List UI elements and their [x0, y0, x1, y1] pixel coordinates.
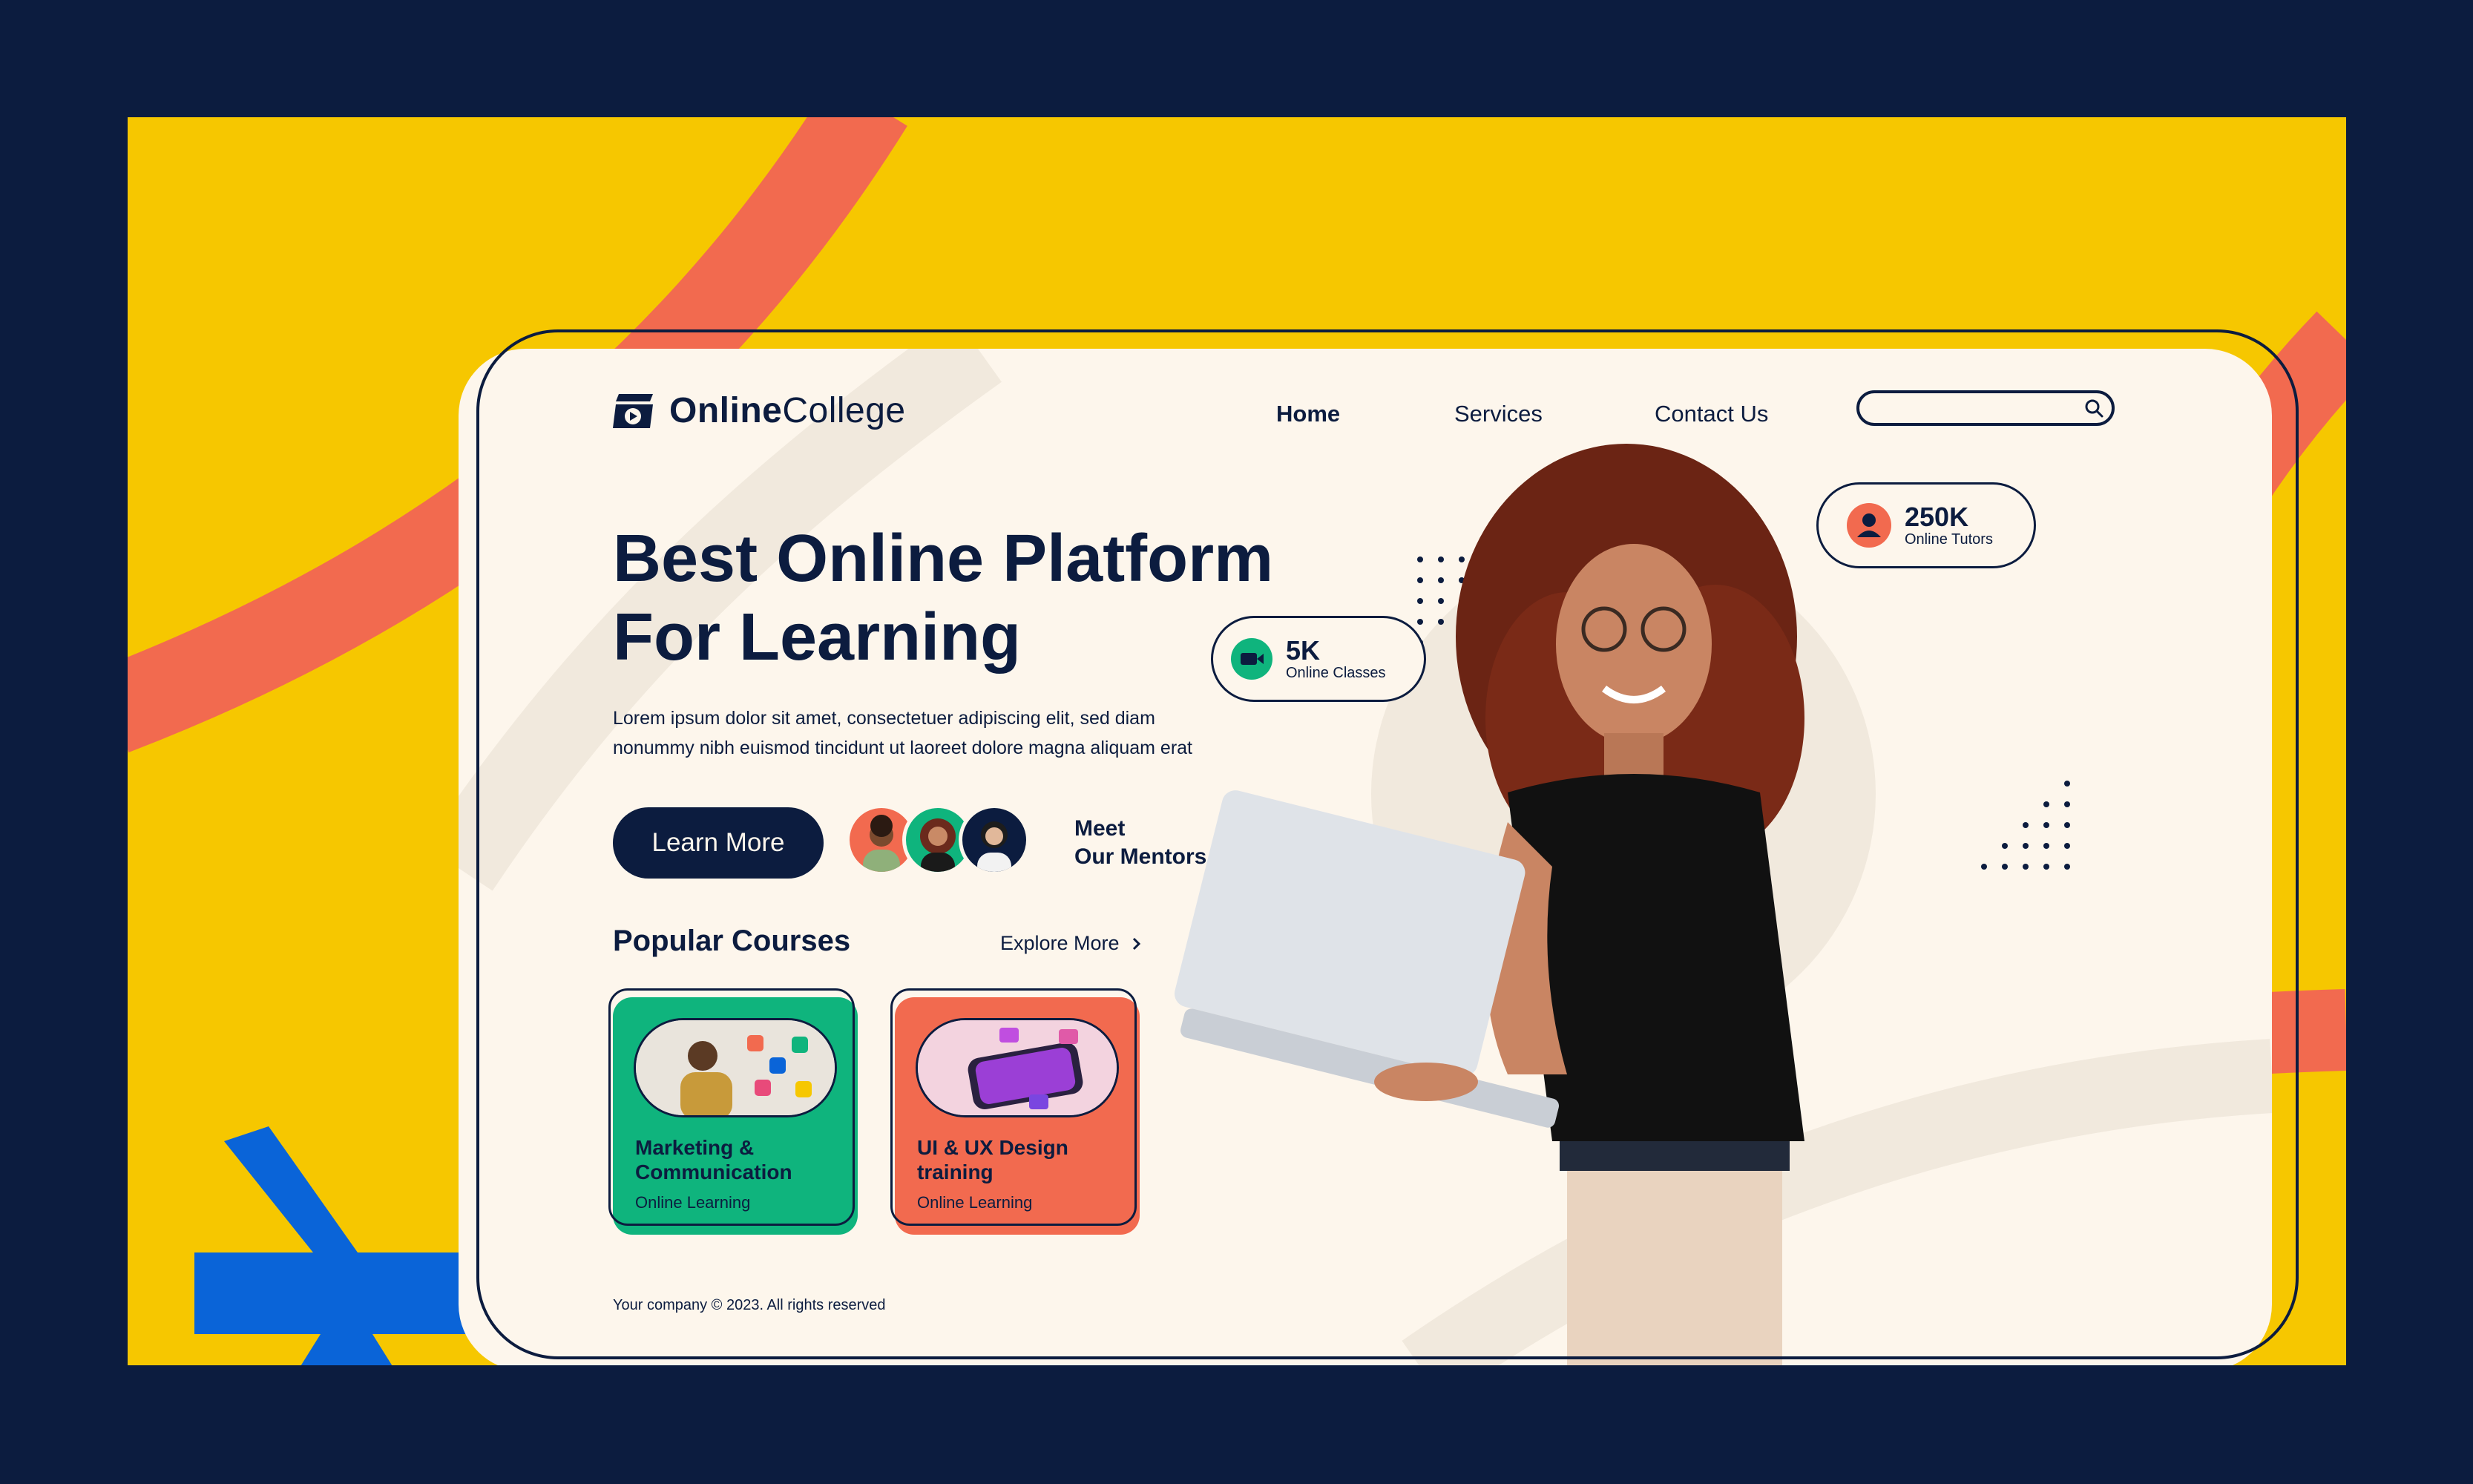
- landing-frame: OnlineCollege Home Services Contact Us B…: [128, 117, 2346, 1365]
- tutors-label: Online Tutors: [1905, 531, 1993, 548]
- course-subtitle-uiux: Online Learning: [917, 1193, 1033, 1212]
- user-icon: [1847, 503, 1891, 548]
- classes-label: Online Classes: [1286, 664, 1386, 681]
- blue-asterisk-1: [194, 1126, 476, 1365]
- course-card-marketing[interactable]: Marketing & Communication Online Learning: [608, 988, 858, 1235]
- search-icon[interactable]: [2083, 398, 2104, 418]
- footer-copyright: Your company © 2023. All rights reserved: [613, 1297, 886, 1313]
- online-classes-bubble: 5K Online Classes: [1211, 616, 1426, 702]
- course-title-marketing: Marketing & Communication: [635, 1136, 792, 1183]
- dot-grid-right: [1981, 781, 2070, 870]
- mentor-avatar-3[interactable]: [959, 804, 1030, 876]
- hero-title-line2: For Learning: [613, 600, 1022, 674]
- mentor-photo-3: [977, 821, 1011, 872]
- classes-count: 5K: [1286, 634, 1321, 666]
- uiux-illustration: [918, 1020, 1117, 1115]
- logo-icon: [613, 393, 653, 428]
- video-camera-icon: [1231, 638, 1272, 680]
- hero-description-line1: Lorem ipsum dolor sit amet, consectetuer…: [613, 708, 1155, 729]
- brand-logo[interactable]: OnlineCollege: [613, 390, 906, 431]
- popular-courses-title: Popular Courses: [613, 925, 851, 957]
- learn-more-button[interactable]: Learn More: [613, 807, 824, 879]
- brand-name: OnlineCollege: [669, 391, 906, 430]
- course-image-marketing: [634, 1018, 837, 1117]
- marketing-illustration: [636, 1020, 835, 1115]
- online-tutors-bubble: 250K Online Tutors: [1816, 482, 2036, 568]
- tutors-count: 250K: [1905, 501, 1969, 532]
- course-subtitle-marketing: Online Learning: [635, 1193, 751, 1212]
- course-image-uiux: [916, 1018, 1119, 1117]
